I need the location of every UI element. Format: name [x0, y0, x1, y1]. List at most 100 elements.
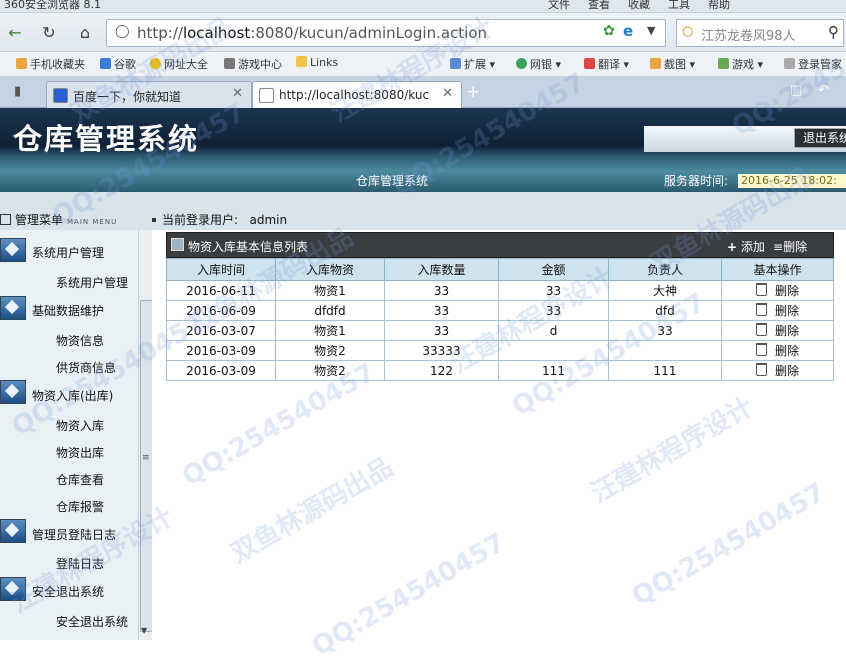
- panel-header: 物资入库基本信息列表 + 添加 ≡删除: [166, 232, 834, 258]
- menu-tools[interactable]: 工具: [668, 0, 690, 12]
- menu-help[interactable]: 帮助: [708, 0, 730, 12]
- trash-icon: [755, 323, 767, 336]
- row-delete-label: 删除: [774, 364, 799, 378]
- sidebar-item-stock-in[interactable]: 物资入库: [56, 417, 104, 434]
- current-user-name: admin: [249, 213, 288, 227]
- row-delete-label: 删除: [774, 324, 799, 338]
- scroll-down-icon[interactable]: ▼: [141, 626, 147, 635]
- ie-mode-icon[interactable]: e: [623, 22, 633, 40]
- address-bar[interactable]: ◯ http://localhost:8080/kucun/adminLogin…: [106, 19, 666, 47]
- tab-label: http://localhost:8080/kucun/: [279, 88, 429, 102]
- bookmark-games[interactable]: 游戏中心: [224, 56, 282, 72]
- sidebar-item-stock-out[interactable]: 物资出库: [56, 444, 104, 461]
- browser-nav-bar: ← ↻ ⌂ ◯ http://localhost:8080/kucun/admi…: [0, 13, 846, 52]
- bookmark-bank[interactable]: 网银 ▾: [516, 56, 561, 72]
- row-delete-button[interactable]: 删除: [721, 340, 834, 361]
- smile-icon: [150, 58, 161, 69]
- cell-amount: [498, 340, 609, 361]
- search-icon[interactable]: ⚲: [828, 23, 839, 41]
- cell-person: 大神: [608, 280, 722, 301]
- sidebar-item-safe-exit[interactable]: 安全退出系统: [56, 613, 128, 630]
- sidebar-scrollbar[interactable]: ≡ ▼: [138, 230, 153, 640]
- bookmark-google[interactable]: 谷歌: [100, 56, 136, 72]
- sidebar-item-login-log[interactable]: 登陆日志: [56, 555, 104, 572]
- tab-localhost[interactable]: http://localhost:8080/kucun/ ✕: [252, 81, 462, 108]
- add-label: 添加: [740, 240, 765, 254]
- table-header-row: 入库时间 入库物资 入库数量 金额 负责人 基本操作: [166, 258, 834, 281]
- bookmark-extensions[interactable]: 扩展 ▾: [450, 56, 495, 72]
- trash-icon: [755, 343, 767, 356]
- grip-icon: ≡: [142, 453, 150, 463]
- col-header-goods: 入库物资: [275, 258, 385, 281]
- cell-quantity: 33333: [384, 340, 499, 361]
- sidebar-group-users[interactable]: 系统用户管理: [32, 244, 104, 261]
- new-tab-icon[interactable]: +: [466, 82, 480, 102]
- google-icon: [100, 58, 111, 69]
- trash-icon: [755, 283, 767, 296]
- logout-button[interactable]: 退出系统: [794, 128, 846, 148]
- address-path: :8080/kucun/adminLogin.action: [250, 24, 488, 42]
- bookmark-mobile[interactable]: 手机收藏夹: [16, 56, 85, 72]
- chevron-down-icon[interactable]: ▼: [647, 24, 655, 37]
- sidebar-item-warehouse-alert[interactable]: 仓库报警: [56, 498, 104, 515]
- cell-quantity: 33: [384, 320, 499, 341]
- yen-icon: [516, 58, 527, 69]
- menu-file[interactable]: 文件: [548, 0, 570, 12]
- sidebar-group-basic-data[interactable]: 基础数据维护: [32, 302, 104, 319]
- back-icon[interactable]: ←: [2, 20, 28, 44]
- row-delete-button[interactable]: 删除: [721, 320, 834, 341]
- row-delete-button[interactable]: 删除: [721, 360, 834, 381]
- cell-time: 2016-03-09: [166, 340, 276, 361]
- tab-baidu[interactable]: 百度一下，你就知道 ✕: [46, 81, 252, 108]
- trash-icon: [755, 363, 767, 376]
- bookmark-links[interactable]: Links: [296, 56, 338, 69]
- menu-favorites[interactable]: 收藏: [628, 0, 650, 12]
- undo-icon[interactable]: ↶: [818, 83, 829, 98]
- cell-amount: d: [498, 320, 609, 341]
- bookmark-game[interactable]: 游戏 ▾: [718, 56, 763, 72]
- speed-icon[interactable]: ✿: [603, 23, 615, 39]
- sidebar-item-warehouse-view[interactable]: 仓库查看: [56, 471, 104, 488]
- search-input[interactable]: 江苏龙卷风98人: [701, 25, 796, 44]
- home-icon[interactable]: ⌂: [72, 20, 98, 44]
- cell-quantity: 33: [384, 300, 499, 321]
- sidebar-group-stock[interactable]: 物资入库(出库): [32, 387, 113, 404]
- restore-icon[interactable]: □: [790, 83, 802, 98]
- sidebar-item-system-users[interactable]: 系统用户管理: [56, 274, 128, 291]
- close-icon[interactable]: ✕: [442, 86, 453, 101]
- add-button[interactable]: + 添加: [727, 238, 765, 255]
- exit-group-icon: [0, 577, 26, 601]
- sidebar-item-goods[interactable]: 物资信息: [56, 332, 104, 349]
- menu-view[interactable]: 查看: [588, 0, 610, 12]
- app-header: 仓库管理系统 退出系统 仓库管理系统 服务器时间: 2016-6-25 18:0…: [0, 108, 846, 192]
- panel-title: 物资入库基本信息列表: [188, 240, 309, 254]
- sidebar-toggle-icon[interactable]: ▮: [14, 84, 21, 99]
- col-header-quantity: 入库数量: [384, 258, 499, 281]
- sidebar-group-admin-log[interactable]: 管理员登陆日志: [32, 526, 116, 543]
- bookmark-screenshot[interactable]: 截图 ▾: [650, 56, 695, 72]
- delete-label: 删除: [783, 240, 808, 254]
- row-delete-button[interactable]: 删除: [721, 300, 834, 321]
- search-box[interactable]: ○ 江苏龙卷风98人 ⚲: [676, 19, 844, 47]
- row-delete-button[interactable]: 删除: [721, 280, 834, 301]
- grid-icon: [450, 58, 461, 69]
- menu-strip: 管理菜单 MAIN MENU 当前登录用户: admin: [0, 192, 846, 230]
- col-header-actions: 基本操作: [721, 258, 834, 281]
- refresh-icon[interactable]: ↻: [36, 20, 62, 44]
- search-engine-icon: ○: [682, 24, 694, 39]
- sidebar-group-exit[interactable]: 安全退出系统: [32, 583, 104, 600]
- bookmark-translate[interactable]: 翻译 ▾: [584, 56, 629, 72]
- folder-icon: [16, 58, 27, 69]
- current-user-label: 当前登录用户:: [162, 213, 239, 227]
- row-delete-label: 删除: [774, 284, 799, 298]
- bookmark-hao[interactable]: 网址大全: [150, 56, 208, 72]
- app-subtitle: 仓库管理系统: [356, 174, 429, 188]
- table-row: 2016-06-09 dfdfd 33 33 dfd 删除: [166, 300, 834, 321]
- cell-quantity: 33: [384, 280, 499, 301]
- close-icon[interactable]: ✕: [232, 86, 243, 101]
- address-host: localhost: [182, 24, 251, 42]
- delete-button[interactable]: ≡删除: [773, 238, 807, 255]
- bookmark-login[interactable]: 登录管家: [784, 56, 842, 72]
- browser-title-bar: 360安全浏览器 8.1 文件 查看 收藏 工具 帮助: [0, 0, 846, 13]
- sidebar-item-suppliers[interactable]: 供货商信息: [56, 359, 116, 376]
